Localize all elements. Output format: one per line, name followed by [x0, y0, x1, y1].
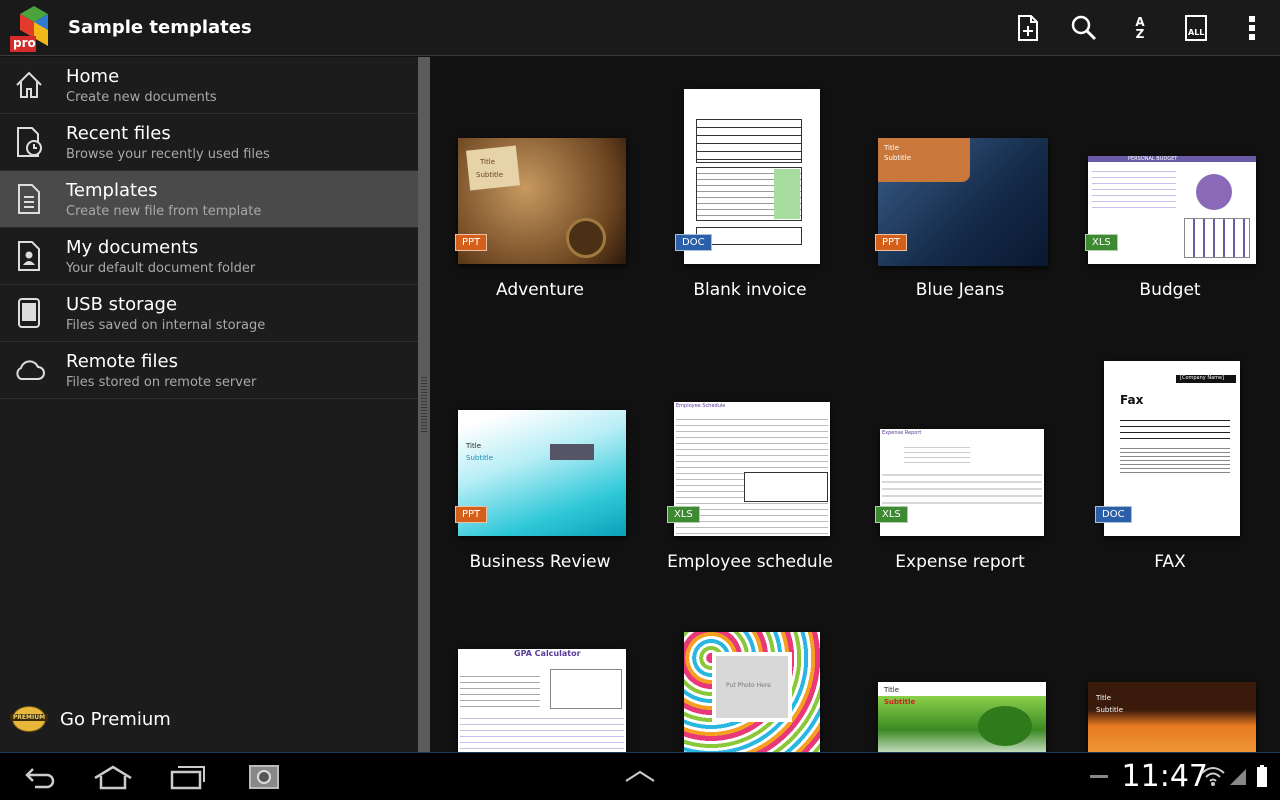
navigation-drawer: Home Create new documents Recent files B… — [0, 57, 418, 752]
template-name: Blue Jeans — [915, 280, 1005, 300]
nav-subtitle: Create new file from template — [66, 203, 262, 219]
template-name: Adventure — [496, 280, 584, 300]
filter-all-icon: ALL — [1185, 15, 1207, 41]
template-tile-expense-report[interactable]: Expense Report XLS Expense report — [855, 329, 1065, 589]
template-name: Budget — [1139, 280, 1201, 300]
filter-button[interactable]: ALL — [1168, 0, 1224, 56]
nav-subtitle: Browse your recently used files — [66, 146, 270, 162]
nav-label: Home — [66, 65, 120, 87]
home-button[interactable] — [89, 759, 137, 795]
new-file-button[interactable] — [1000, 0, 1056, 56]
template-tile-salad[interactable]: Title Subtitle — [855, 601, 1065, 752]
recent-apps-icon — [170, 766, 205, 790]
file-type-badge: PPT — [455, 506, 488, 523]
template-tile-blue-jeans[interactable]: Title Subtitle PPT Blue Jeans — [855, 57, 1065, 317]
action-icons: AZ ALL — [1000, 0, 1280, 56]
nav-label: USB storage — [66, 293, 178, 315]
template-thumbnail: Title Subtitle — [1088, 682, 1256, 752]
recent-files-icon — [0, 114, 58, 171]
nav-label: Templates — [66, 179, 158, 201]
screenshot-icon — [249, 765, 279, 789]
nav-item-remote-files[interactable]: Remote files Files stored on remote serv… — [0, 342, 418, 399]
file-type-badge: PPT — [455, 234, 488, 251]
template-thumbnail: GPA Calculator — [458, 649, 626, 752]
nav-label: My documents — [66, 236, 199, 258]
template-tile-blank-invoice[interactable]: DOC Blank invoice — [645, 57, 855, 317]
signal-icon — [1230, 769, 1246, 785]
file-type-badge: DOC — [675, 234, 712, 251]
search-button[interactable] — [1056, 0, 1112, 56]
nav-item-home[interactable]: Home Create new documents — [0, 57, 418, 114]
template-thumbnail: Put Photo Here — [684, 632, 820, 752]
back-button[interactable] — [16, 759, 64, 795]
screenshot-button[interactable] — [240, 759, 288, 795]
nav-item-recent-files[interactable]: Recent files Browse your recently used f… — [0, 114, 418, 171]
template-thumbnail: Title Subtitle — [878, 682, 1046, 752]
home-nav-icon — [94, 765, 132, 790]
action-bar: pro Sample templates AZ ALL — [0, 0, 1280, 56]
nav-subtitle: Your default document folder — [66, 260, 256, 276]
template-tile-budget[interactable]: PERSONAL BUDGET XLS Budget — [1065, 57, 1275, 317]
go-premium-button[interactable]: PREMIUM Go Premium — [0, 686, 418, 752]
search-icon — [1071, 15, 1097, 41]
template-tile-sunset[interactable]: Title Subtitle — [1065, 601, 1275, 752]
nav-label: Recent files — [66, 122, 171, 144]
file-type-badge: DOC — [1095, 506, 1132, 523]
nav-item-my-documents[interactable]: My documents Your default document folde… — [0, 228, 418, 285]
template-name: Expense report — [895, 552, 1025, 572]
wifi-icon — [1201, 767, 1225, 786]
template-tile-photo-frame[interactable]: Put Photo Here — [645, 601, 855, 752]
overflow-menu-button[interactable] — [1224, 0, 1280, 56]
home-icon — [0, 57, 58, 114]
sort-az-icon: AZ — [1135, 15, 1145, 41]
template-name: Employee schedule — [667, 552, 833, 572]
recent-apps-button[interactable] — [164, 759, 212, 795]
system-navigation-bar: 11:47 — [0, 752, 1280, 800]
app-logo-icon[interactable]: pro — [8, 2, 60, 54]
notification-dash-icon[interactable] — [1090, 775, 1108, 778]
nav-item-usb-storage[interactable]: USB storage Files saved on internal stor… — [0, 285, 418, 342]
drag-handle-icon[interactable] — [421, 377, 427, 433]
nav-subtitle: Files stored on remote server — [66, 374, 257, 390]
status-clock[interactable]: 11:47 — [1122, 759, 1208, 794]
template-tile-adventure[interactable]: Title Subtitle PPT Adventure — [435, 57, 645, 317]
file-type-badge: XLS — [667, 506, 700, 523]
overflow-menu-icon — [1249, 16, 1255, 40]
template-tile-business-review[interactable]: Title Subtitle PPT Business Review — [435, 329, 645, 589]
template-tile-fax[interactable]: [Company Name] Fax DOC FAX — [1065, 329, 1275, 589]
go-premium-label: Go Premium — [60, 708, 171, 730]
usb-storage-icon — [0, 285, 58, 342]
battery-icon — [1257, 765, 1267, 787]
my-documents-icon — [0, 228, 58, 285]
nav-subtitle: Files saved on internal storage — [66, 317, 266, 333]
sort-button[interactable]: AZ — [1112, 0, 1168, 56]
template-icon — [0, 171, 58, 228]
file-type-badge: XLS — [1085, 234, 1118, 251]
nav-label: Remote files — [66, 350, 178, 372]
nav-subtitle: Create new documents — [66, 89, 217, 105]
new-file-icon — [1018, 15, 1038, 41]
nav-item-templates[interactable]: Templates Create new file from template — [0, 171, 418, 228]
template-name: Business Review — [469, 552, 611, 572]
template-grid: Title Subtitle PPT Adventure DOC Blank i… — [430, 57, 1280, 752]
template-tile-gpa-calculator[interactable]: GPA Calculator — [435, 601, 645, 752]
logo-text: pro — [13, 35, 36, 50]
chevron-up-icon — [625, 770, 655, 782]
back-icon — [25, 768, 55, 789]
file-type-badge: XLS — [875, 506, 908, 523]
premium-badge-icon: PREMIUM — [10, 704, 50, 734]
template-name: FAX — [1154, 552, 1186, 572]
cloud-icon — [0, 342, 58, 399]
template-name: Blank invoice — [693, 280, 807, 300]
drawer-divider[interactable] — [418, 57, 430, 752]
app-title: Sample templates — [68, 17, 252, 38]
app-drawer-handle[interactable] — [616, 759, 664, 795]
file-type-badge: PPT — [875, 234, 908, 251]
template-tile-employee-schedule[interactable]: Employee Schedule XLS Employee schedule — [645, 329, 855, 589]
